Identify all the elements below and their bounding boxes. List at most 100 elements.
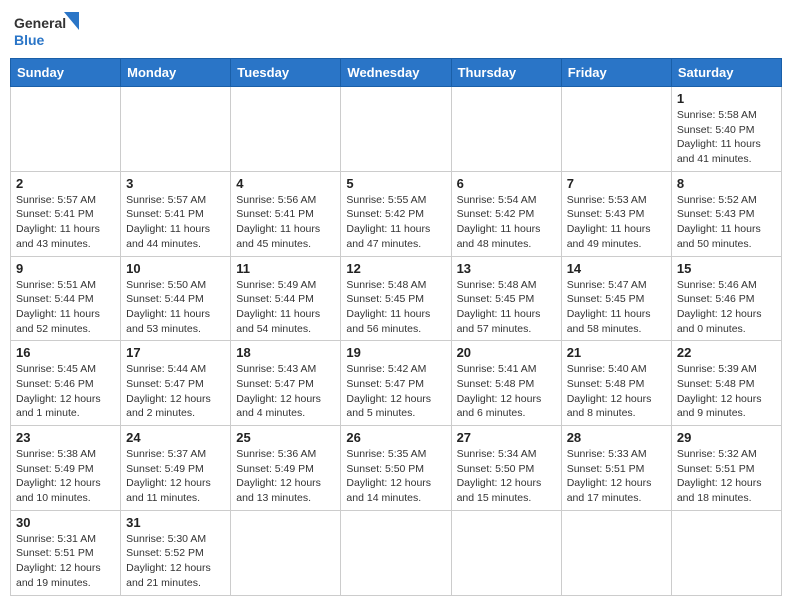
day-info: Sunrise: 5:43 AM Sunset: 5:47 PM Dayligh… <box>236 362 335 421</box>
day-number: 6 <box>457 176 556 191</box>
calendar-cell: 1 Sunrise: 5:58 AM Sunset: 5:40 PM Daylig… <box>671 87 781 172</box>
day-number: 11 <box>236 261 335 276</box>
calendar-cell <box>451 87 561 172</box>
svg-text:Blue: Blue <box>14 32 45 48</box>
day-number: 3 <box>126 176 225 191</box>
day-info: Sunrise: 5:42 AM Sunset: 5:47 PM Dayligh… <box>346 362 445 421</box>
calendar-cell <box>561 87 671 172</box>
day-number: 18 <box>236 345 335 360</box>
generalblue-logo-icon: GeneralBlue <box>14 10 84 50</box>
page-header: GeneralBlue <box>10 10 782 50</box>
calendar-cell: 11 Sunrise: 5:49 AM Sunset: 5:44 PM Dayli… <box>231 256 341 341</box>
day-info: Sunrise: 5:56 AM Sunset: 5:41 PM Dayligh… <box>236 193 335 252</box>
weekday-header-row: SundayMondayTuesdayWednesdayThursdayFrid… <box>11 59 782 87</box>
day-number: 12 <box>346 261 445 276</box>
day-info: Sunrise: 5:54 AM Sunset: 5:42 PM Dayligh… <box>457 193 556 252</box>
calendar-week-row: 1 Sunrise: 5:58 AM Sunset: 5:40 PM Daylig… <box>11 87 782 172</box>
calendar-week-row: 2 Sunrise: 5:57 AM Sunset: 5:41 PM Daylig… <box>11 171 782 256</box>
calendar-cell <box>11 87 121 172</box>
calendar-cell: 9Sunrise: 5:51 AM Sunset: 5:44 PM Daylig… <box>11 256 121 341</box>
calendar-cell: 16 Sunrise: 5:45 AM Sunset: 5:46 PM Dayli… <box>11 341 121 426</box>
calendar-week-row: 23Sunrise: 5:38 AM Sunset: 5:49 PM Dayli… <box>11 426 782 511</box>
calendar-cell: 3 Sunrise: 5:57 AM Sunset: 5:41 PM Daylig… <box>121 171 231 256</box>
day-number: 29 <box>677 430 776 445</box>
calendar-cell: 7 Sunrise: 5:53 AM Sunset: 5:43 PM Daylig… <box>561 171 671 256</box>
day-info: Sunrise: 5:47 AM Sunset: 5:45 PM Dayligh… <box>567 278 666 337</box>
day-info: Sunrise: 5:50 AM Sunset: 5:44 PM Dayligh… <box>126 278 225 337</box>
day-info: Sunrise: 5:31 AM Sunset: 5:51 PM Dayligh… <box>16 532 115 591</box>
calendar-cell: 17Sunrise: 5:44 AM Sunset: 5:47 PM Dayli… <box>121 341 231 426</box>
day-info: Sunrise: 5:53 AM Sunset: 5:43 PM Dayligh… <box>567 193 666 252</box>
day-info: Sunrise: 5:40 AM Sunset: 5:48 PM Dayligh… <box>567 362 666 421</box>
calendar-cell: 18 Sunrise: 5:43 AM Sunset: 5:47 PM Dayli… <box>231 341 341 426</box>
day-number: 2 <box>16 176 115 191</box>
weekday-header-cell: Saturday <box>671 59 781 87</box>
calendar-cell: 6 Sunrise: 5:54 AM Sunset: 5:42 PM Daylig… <box>451 171 561 256</box>
day-number: 14 <box>567 261 666 276</box>
day-info: Sunrise: 5:52 AM Sunset: 5:43 PM Dayligh… <box>677 193 776 252</box>
calendar-cell <box>341 87 451 172</box>
calendar-cell: 8Sunrise: 5:52 AM Sunset: 5:43 PM Daylig… <box>671 171 781 256</box>
calendar-cell: 28Sunrise: 5:33 AM Sunset: 5:51 PM Dayli… <box>561 426 671 511</box>
day-info: Sunrise: 5:33 AM Sunset: 5:51 PM Dayligh… <box>567 447 666 506</box>
calendar-cell <box>121 87 231 172</box>
day-number: 1 <box>677 91 776 106</box>
weekday-header-cell: Tuesday <box>231 59 341 87</box>
logo: GeneralBlue <box>14 10 84 50</box>
calendar-cell: 24 Sunrise: 5:37 AM Sunset: 5:49 PM Dayli… <box>121 426 231 511</box>
day-number: 26 <box>346 430 445 445</box>
svg-text:General: General <box>14 15 66 31</box>
weekday-header-cell: Wednesday <box>341 59 451 87</box>
day-info: Sunrise: 5:37 AM Sunset: 5:49 PM Dayligh… <box>126 447 225 506</box>
day-info: Sunrise: 5:46 AM Sunset: 5:46 PM Dayligh… <box>677 278 776 337</box>
calendar-week-row: 9Sunrise: 5:51 AM Sunset: 5:44 PM Daylig… <box>11 256 782 341</box>
calendar-cell: 30 Sunrise: 5:31 AM Sunset: 5:51 PM Dayli… <box>11 510 121 595</box>
day-info: Sunrise: 5:32 AM Sunset: 5:51 PM Dayligh… <box>677 447 776 506</box>
weekday-header-cell: Thursday <box>451 59 561 87</box>
weekday-header-cell: Friday <box>561 59 671 87</box>
calendar-cell <box>451 510 561 595</box>
day-number: 30 <box>16 515 115 530</box>
day-number: 15 <box>677 261 776 276</box>
day-number: 24 <box>126 430 225 445</box>
day-info: Sunrise: 5:38 AM Sunset: 5:49 PM Dayligh… <box>16 447 115 506</box>
calendar-cell: 26 Sunrise: 5:35 AM Sunset: 5:50 PM Dayli… <box>341 426 451 511</box>
calendar-cell: 21 Sunrise: 5:40 AM Sunset: 5:48 PM Dayli… <box>561 341 671 426</box>
calendar-cell: 4 Sunrise: 5:56 AM Sunset: 5:41 PM Daylig… <box>231 171 341 256</box>
day-number: 5 <box>346 176 445 191</box>
calendar-week-row: 16 Sunrise: 5:45 AM Sunset: 5:46 PM Dayli… <box>11 341 782 426</box>
calendar-week-row: 30 Sunrise: 5:31 AM Sunset: 5:51 PM Dayli… <box>11 510 782 595</box>
day-number: 7 <box>567 176 666 191</box>
day-number: 13 <box>457 261 556 276</box>
calendar-cell <box>341 510 451 595</box>
calendar-cell: 31Sunrise: 5:30 AM Sunset: 5:52 PM Dayli… <box>121 510 231 595</box>
calendar-cell: 2Sunrise: 5:57 AM Sunset: 5:41 PM Daylig… <box>11 171 121 256</box>
day-info: Sunrise: 5:35 AM Sunset: 5:50 PM Dayligh… <box>346 447 445 506</box>
day-info: Sunrise: 5:45 AM Sunset: 5:46 PM Dayligh… <box>16 362 115 421</box>
calendar-cell: 20 Sunrise: 5:41 AM Sunset: 5:48 PM Dayli… <box>451 341 561 426</box>
day-number: 20 <box>457 345 556 360</box>
day-info: Sunrise: 5:34 AM Sunset: 5:50 PM Dayligh… <box>457 447 556 506</box>
day-info: Sunrise: 5:48 AM Sunset: 5:45 PM Dayligh… <box>457 278 556 337</box>
day-number: 21 <box>567 345 666 360</box>
day-info: Sunrise: 5:57 AM Sunset: 5:41 PM Dayligh… <box>126 193 225 252</box>
calendar-cell: 12Sunrise: 5:48 AM Sunset: 5:45 PM Dayli… <box>341 256 451 341</box>
day-number: 27 <box>457 430 556 445</box>
calendar-cell: 14 Sunrise: 5:47 AM Sunset: 5:45 PM Dayli… <box>561 256 671 341</box>
day-number: 4 <box>236 176 335 191</box>
calendar-cell: 19Sunrise: 5:42 AM Sunset: 5:47 PM Dayli… <box>341 341 451 426</box>
calendar-cell: 5 Sunrise: 5:55 AM Sunset: 5:42 PM Daylig… <box>341 171 451 256</box>
calendar-cell: 22Sunrise: 5:39 AM Sunset: 5:48 PM Dayli… <box>671 341 781 426</box>
calendar-cell: 27 Sunrise: 5:34 AM Sunset: 5:50 PM Dayli… <box>451 426 561 511</box>
day-number: 25 <box>236 430 335 445</box>
day-info: Sunrise: 5:30 AM Sunset: 5:52 PM Dayligh… <box>126 532 225 591</box>
day-info: Sunrise: 5:58 AM Sunset: 5:40 PM Dayligh… <box>677 108 776 167</box>
day-info: Sunrise: 5:49 AM Sunset: 5:44 PM Dayligh… <box>236 278 335 337</box>
calendar-cell: 25Sunrise: 5:36 AM Sunset: 5:49 PM Dayli… <box>231 426 341 511</box>
calendar-body: 1 Sunrise: 5:58 AM Sunset: 5:40 PM Daylig… <box>11 87 782 596</box>
day-number: 16 <box>16 345 115 360</box>
day-info: Sunrise: 5:55 AM Sunset: 5:42 PM Dayligh… <box>346 193 445 252</box>
day-info: Sunrise: 5:41 AM Sunset: 5:48 PM Dayligh… <box>457 362 556 421</box>
calendar-cell: 15 Sunrise: 5:46 AM Sunset: 5:46 PM Dayli… <box>671 256 781 341</box>
calendar-cell: 29 Sunrise: 5:32 AM Sunset: 5:51 PM Dayli… <box>671 426 781 511</box>
